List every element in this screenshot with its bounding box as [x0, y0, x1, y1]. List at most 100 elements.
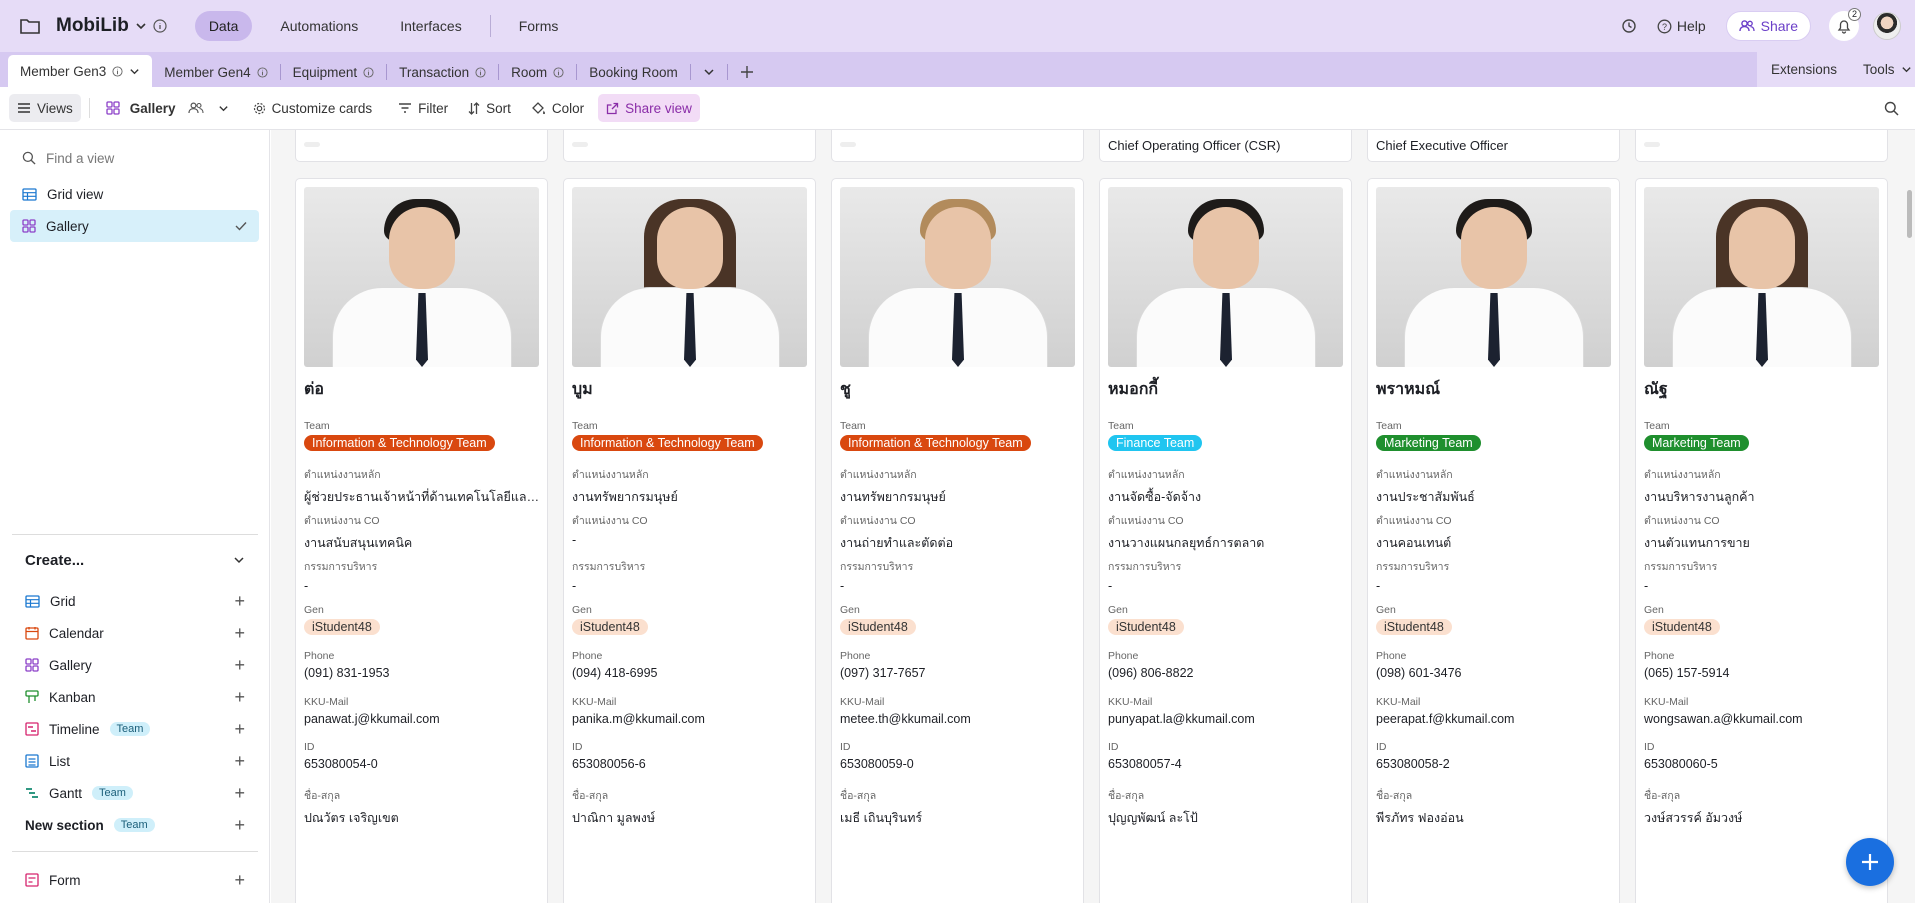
field-value: งานทรัพยากรมนุษย์ [572, 490, 678, 504]
chevron-down-icon[interactable] [135, 20, 147, 32]
field-label: ID [1108, 741, 1119, 753]
info-icon [553, 66, 564, 78]
gallery-card[interactable]: ชู Team Information & Technology Team ตำแหน… [831, 178, 1084, 903]
placeholder-stub [1644, 142, 1660, 147]
tab-room[interactable]: Room [499, 57, 576, 87]
create-grid-view[interactable]: Grid + [0, 585, 270, 617]
field-value: 653080056-6 [572, 757, 646, 771]
nav-data[interactable]: Data [194, 11, 253, 41]
card-field-mail: KKU-Mail wongsawan.a@kkumail.com [1644, 696, 1881, 726]
notifications-button[interactable]: 2 [1829, 8, 1861, 41]
plus-icon [740, 65, 754, 79]
photo-face [1461, 207, 1527, 289]
create-kanban-view[interactable]: Kanban + [0, 681, 270, 713]
field-value: - [1108, 579, 1113, 593]
field-value: 653080058-2 [1376, 757, 1450, 771]
share-view-button[interactable]: Share view [598, 94, 700, 122]
field-label: กรรมการบริหาร [840, 561, 914, 573]
folder-icon[interactable] [18, 14, 42, 38]
color-label: Color [551, 100, 585, 116]
field-value: ปณวัตร เจริญเขต [304, 811, 399, 825]
create-gallery-view[interactable]: Gallery + [0, 649, 270, 681]
field-label: ตำแหน่งงาน CO [1108, 515, 1184, 527]
find-view-search[interactable]: Find a view [0, 142, 269, 174]
base-name[interactable]: MobiLib [56, 15, 129, 37]
add-table-button[interactable] [728, 57, 766, 87]
create-header[interactable]: Create... [0, 535, 270, 585]
create-timeline-view[interactable]: Timeline Team + [0, 713, 270, 745]
create-item-label: Grid [50, 593, 76, 609]
share-label: Share [1760, 18, 1798, 34]
plus-icon: + [234, 869, 245, 890]
previous-row-cards: Chief Operating Officer (CSR) Chief Exec… [271, 130, 1915, 162]
field-value: งานสนับสนุนเทคนิค [304, 536, 413, 550]
field-label: ตำแหน่งงาน CO [1376, 515, 1452, 527]
sidebar-item-grid-view[interactable]: Grid view [10, 178, 259, 210]
all-tables-button[interactable] [691, 57, 727, 87]
gallery-card[interactable]: ณัฐ Team Marketing Team ตำแหน่งงานหลัก งานบร… [1635, 178, 1888, 903]
previous-card[interactable]: Chief Operating Officer (CSR) [1099, 130, 1352, 162]
create-calendar-view[interactable]: Calendar + [0, 617, 270, 649]
avatar[interactable] [1873, 12, 1901, 40]
create-label: Create... [25, 551, 85, 569]
tab-member-gen3[interactable]: Member Gen3 [8, 55, 153, 87]
previous-card[interactable]: Chief Executive Officer [1367, 130, 1620, 162]
nav-interfaces[interactable]: Interfaces [386, 11, 475, 41]
field-label: กรรมการบริหาร [1376, 561, 1450, 573]
create-new-section[interactable]: New section Team + [0, 809, 270, 841]
chevron-down-icon[interactable] [129, 66, 140, 77]
tab-transaction[interactable]: Transaction [387, 57, 498, 87]
create-list-view[interactable]: List + [0, 745, 270, 777]
field-value: punyapat.la@kkumail.com [1108, 712, 1255, 726]
sidebar-item-gallery[interactable]: Gallery [10, 210, 259, 242]
info-icon [363, 66, 374, 78]
view-switcher[interactable]: Gallery [98, 94, 237, 122]
scrollbar[interactable] [1907, 190, 1912, 238]
gallery-card[interactable]: บูม Team Information & Technology Team ตำแห… [563, 178, 816, 903]
field-label: Phone [1644, 650, 1675, 662]
card-title: ต่อ [304, 381, 324, 398]
grid-icon [25, 594, 40, 608]
tab-member-gen4[interactable]: Member Gen4 [152, 57, 279, 87]
info-icon[interactable] [153, 19, 167, 33]
history-icon[interactable] [1621, 18, 1637, 34]
tools-button[interactable]: Tools [1863, 62, 1912, 77]
gallery-card[interactable]: หมอกกี้ Team Finance Team ตำแหน่งงานหลัก งาน… [1099, 178, 1352, 903]
gallery-card[interactable]: ต่อ Team Information & Technology Team ตำแห… [295, 178, 548, 903]
filter-button[interactable]: Filter [390, 94, 456, 122]
previous-card[interactable] [563, 130, 816, 162]
create-form-view[interactable]: Form + [0, 864, 270, 896]
nav-automations[interactable]: Automations [266, 11, 372, 41]
field-label: Phone [1376, 650, 1407, 662]
previous-card[interactable] [831, 130, 1084, 162]
card-field-phone: Phone (096) 806-8822 [1108, 650, 1345, 680]
views-toggle-button[interactable]: Views [9, 94, 81, 122]
card-field-position-main: ตำแหน่งงานหลัก งานจัดซื้อ-จัดจ้าง [1108, 466, 1345, 507]
gallery-card[interactable]: พราหมณ์ Team Marketing Team ตำแหน่งงานหลักง… [1367, 178, 1620, 903]
sidebar-item-label: Grid view [47, 186, 104, 202]
tab-booking-room[interactable]: Booking Room [577, 57, 690, 87]
nav-forms[interactable]: Forms [505, 11, 573, 41]
color-button[interactable]: Color [523, 94, 592, 122]
add-record-button[interactable] [1846, 838, 1894, 886]
help-button[interactable]: ? Help [1657, 18, 1706, 34]
field-label: ชื่อ-สกุล [304, 790, 341, 802]
help-label: Help [1676, 18, 1706, 34]
customize-cards-button[interactable]: Customize cards [245, 94, 381, 122]
sort-button[interactable]: Sort [460, 94, 519, 122]
card-field-team: Team Marketing Team [1376, 420, 1613, 451]
create-gantt-view[interactable]: Gantt Team + [0, 777, 270, 809]
search-icon[interactable] [1884, 101, 1899, 116]
sort-label: Sort [486, 100, 511, 116]
tab-equipment[interactable]: Equipment [281, 57, 387, 87]
previous-card[interactable] [295, 130, 548, 162]
card-field-mail: KKU-Mail panika.m@kkumail.com [572, 696, 809, 726]
share-button[interactable]: Share [1725, 11, 1811, 41]
card-title: พราหมณ์ [1376, 381, 1441, 398]
previous-card[interactable] [1635, 130, 1888, 162]
card-field-gen: Gen iStudent48 [1108, 604, 1345, 635]
field-value: งานบริหารงานลูกค้า [1644, 490, 1755, 504]
card-field-fullname: ชื่อ-สกุล เมธี เถินบุรินทร์ [840, 787, 1077, 828]
extensions-button[interactable]: Extensions [1771, 62, 1837, 77]
field-value: 653080054-0 [304, 757, 378, 771]
